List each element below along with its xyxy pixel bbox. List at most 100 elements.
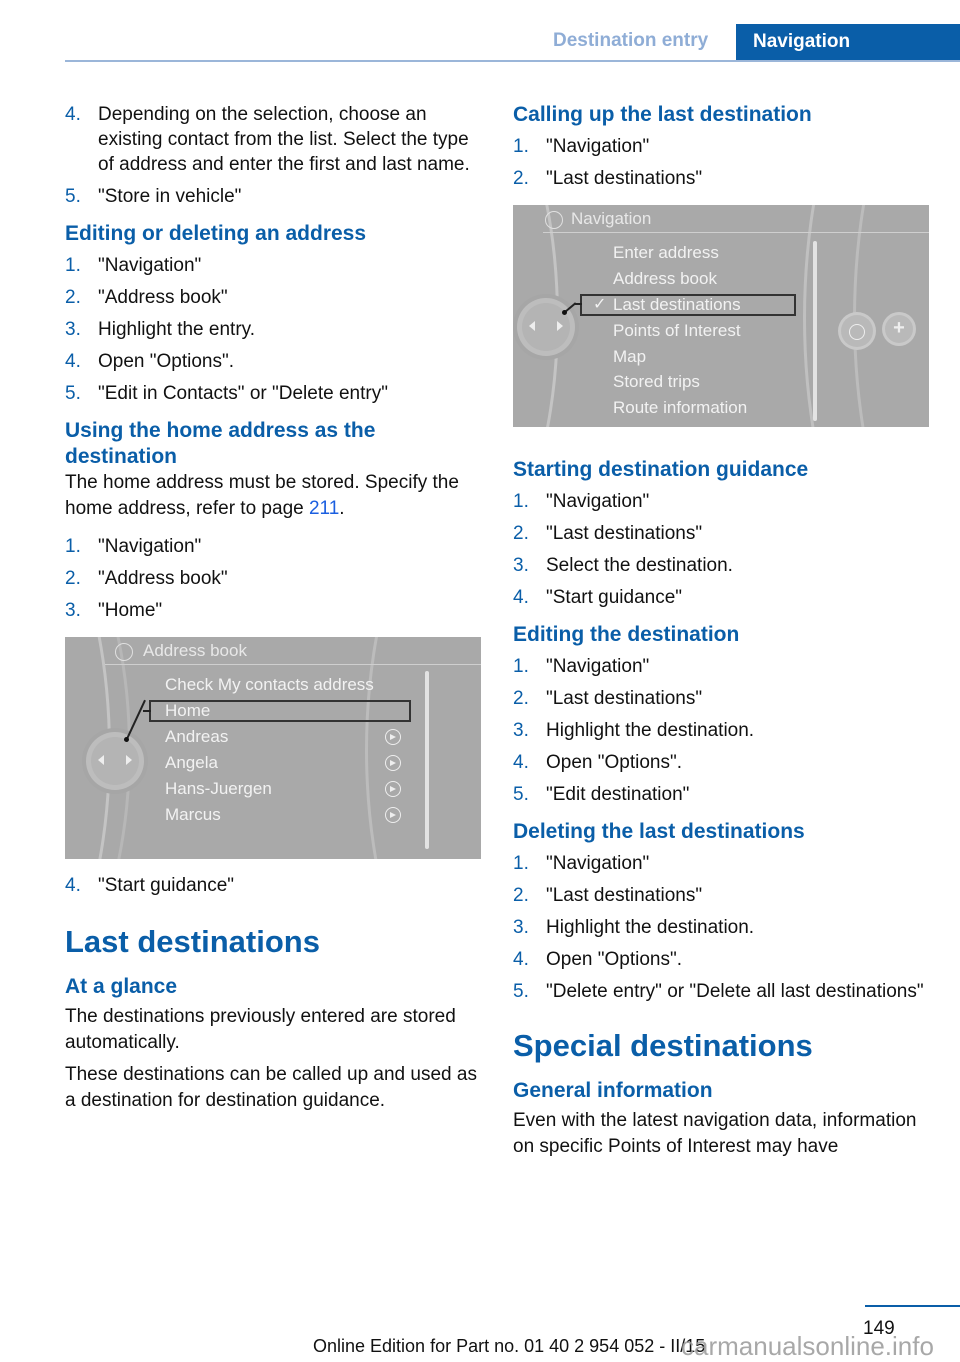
paragraph: These destinations can be called up and …	[65, 1064, 477, 1111]
heading-starting-guidance: Starting destination guidance	[513, 458, 809, 481]
list-item: 1. "Navigation"	[513, 134, 933, 159]
heading-at-a-glance: At a glance	[65, 975, 178, 998]
step-number: 3.	[65, 600, 81, 621]
right-column: Calling up the last destination 1. "Navig…	[513, 102, 933, 1160]
navigation-menu-screenshot: Navigation Enter address Address book ✓ …	[513, 205, 929, 427]
list-item: 3. Highlight the destination.	[513, 915, 933, 940]
step-number: 1.	[65, 536, 81, 557]
scrollbar[interactable]	[813, 241, 817, 421]
screen-title: Navigation	[571, 209, 652, 228]
starting-steps-list: 1. "Navigation" 2. "Last destinations" 3. S…	[513, 489, 933, 610]
menu-item[interactable]: Map	[613, 347, 646, 367]
step-text: "Navigation"	[546, 656, 650, 677]
header-chapter-tab: Navigation	[736, 24, 960, 62]
step-text: Open "Options".	[546, 949, 683, 970]
controller-knob[interactable]	[91, 737, 139, 785]
map-view-button[interactable]	[841, 315, 873, 347]
step-number: 1.	[65, 255, 81, 276]
menu-item[interactable]: Hans-Juergen	[165, 779, 272, 799]
address-book-icon	[115, 643, 133, 661]
step-number: 3.	[65, 319, 81, 340]
step-number: 3.	[513, 917, 529, 938]
list-item: 4. Open "Options".	[513, 750, 933, 775]
step-text: Highlight the entry.	[98, 319, 256, 340]
step-text: Open "Options".	[546, 752, 683, 773]
step-text: "Navigation"	[546, 853, 650, 874]
step-number: 3.	[513, 555, 529, 576]
list-item: 4. "Start guidance"	[65, 873, 485, 898]
leader-line-end	[575, 303, 582, 305]
list-item: 2. "Last destinations"	[513, 686, 933, 711]
zoom-in-button[interactable]: +	[885, 315, 913, 343]
paragraph: Even with the latest navigation data, in…	[513, 1110, 917, 1157]
list-item: 1. "Navigation"	[65, 253, 485, 278]
watermark: carmanualsonline.info	[681, 1331, 934, 1361]
list-item: 5. "Edit destination"	[513, 782, 933, 807]
edition-note: Online Edition for Part no. 01 40 2 954 …	[313, 1336, 706, 1356]
step-text: Highlight the destination.	[546, 917, 755, 938]
map-icon	[849, 324, 865, 341]
list-item: 4. Open "Options".	[65, 349, 485, 374]
step-number: 1.	[513, 656, 529, 677]
step-text: "Navigation"	[546, 136, 650, 157]
step-number: 1.	[513, 136, 529, 157]
menu-item-selected[interactable]: Home	[165, 701, 210, 721]
step-text: "Edit destination"	[546, 784, 690, 805]
arrow-right-icon	[557, 321, 563, 331]
arrow-right-icon	[126, 755, 132, 765]
header-rule	[65, 60, 960, 62]
list-item: 2. "Address book"	[65, 566, 485, 591]
step-number: 5.	[65, 186, 81, 207]
step-number: 4.	[65, 351, 81, 372]
step-text: Depending on the selection, choose an ex…	[98, 104, 470, 175]
step-number: 4.	[513, 587, 529, 608]
address-book-screenshot: Address book Check My contacts address H…	[65, 637, 481, 859]
home-intro-paragraph: The home address must be stored. Specify…	[65, 470, 485, 522]
arrow-left-icon	[529, 321, 535, 331]
list-item: 2. "Last destinations"	[513, 883, 933, 908]
list-item: 2. "Last destinations"	[513, 166, 933, 191]
menu-item[interactable]: Address book	[613, 269, 717, 289]
step-text: "Address book"	[98, 568, 228, 589]
menu-item[interactable]: Andreas	[165, 727, 228, 747]
step-text: "Last destinations"	[546, 885, 703, 906]
step-number: 2.	[65, 287, 81, 308]
menu-item[interactable]: Stored trips	[613, 372, 700, 392]
heading-editing-address: Editing or deleting an address	[65, 222, 367, 245]
menu-item[interactable]: Angela	[165, 753, 218, 773]
step-number: 2.	[513, 885, 529, 906]
navigate-icon	[385, 781, 401, 797]
menu-item[interactable]: Points of Interest	[613, 321, 741, 341]
heading-deleting-destinations: Deleting the last destinations	[513, 820, 805, 843]
step-text: Open "Options".	[98, 351, 235, 372]
heading-editing-destination: Editing the destination	[513, 623, 740, 646]
step-text: "Home"	[98, 600, 163, 621]
continued-steps-list: 4. Depending on the selection, choose an …	[65, 102, 485, 209]
step-number: 1.	[513, 491, 529, 512]
list-item: 1. "Navigation"	[65, 534, 485, 559]
title-divider	[105, 664, 481, 665]
heading-home-address: Using the home address as the destinatio…	[65, 419, 376, 468]
intro-text: The home address must be stored. Specify…	[65, 472, 459, 519]
menu-item-selected[interactable]: Last destinations	[613, 295, 741, 315]
leader-line-end	[143, 710, 151, 712]
menu-item[interactable]: Enter address	[613, 243, 719, 263]
list-item: 5. "Edit in Contacts" or "Delete entry"	[65, 381, 485, 406]
heading-general-information: General information	[513, 1079, 713, 1102]
step-text: "Delete entry" or "Delete all last desti…	[546, 981, 924, 1002]
list-item: 3. "Home"	[65, 598, 485, 623]
plus-icon: +	[893, 317, 905, 339]
step-number: 1.	[513, 853, 529, 874]
deleting-steps-list: 1. "Navigation" 2. "Last destinations" 3. H…	[513, 851, 933, 1004]
page-reference-link[interactable]: 211	[309, 498, 339, 519]
list-item: 3. Highlight the entry.	[65, 317, 485, 342]
menu-item[interactable]: Route information	[613, 398, 747, 418]
menu-item[interactable]: Check My contacts address	[165, 675, 374, 695]
step-text: "Start guidance"	[546, 587, 683, 608]
navigation-icon	[545, 211, 563, 229]
step-text: "Navigation"	[98, 536, 202, 557]
list-item: 5. "Delete entry" or "Delete all last des…	[513, 979, 933, 1004]
scrollbar[interactable]	[425, 671, 429, 849]
step-text: "Navigation"	[546, 491, 650, 512]
menu-item[interactable]: Marcus	[165, 805, 221, 825]
